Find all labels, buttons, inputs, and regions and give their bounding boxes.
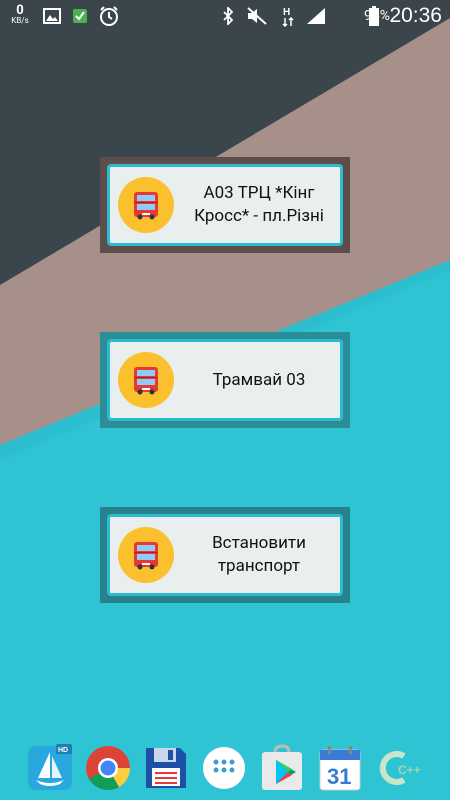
set-transport-widget[interactable]: Встановити транспорт bbox=[100, 507, 350, 603]
hspa-data-icon: H bbox=[278, 0, 298, 32]
route-label: Трамвай 03 bbox=[212, 369, 306, 390]
set-transport-label: Встановити транспорт bbox=[212, 533, 306, 576]
status-bar: 0 KB/s H 94% 20:36 bbox=[0, 0, 450, 32]
mute-icon bbox=[244, 0, 270, 32]
bluetooth-icon bbox=[218, 0, 238, 32]
route-widget-tram-03[interactable]: Трамвай 03 bbox=[100, 332, 350, 428]
route-widget-card[interactable]: А03 ТРЦ *Кінг Кросс* - пл.Різні bbox=[107, 164, 343, 246]
floppy-save-icon[interactable] bbox=[142, 742, 190, 794]
play-store-icon[interactable] bbox=[258, 742, 306, 794]
alarm-clock-icon bbox=[96, 0, 122, 32]
route-widget-card[interactable]: Встановити транспорт bbox=[107, 514, 343, 596]
cpp-app-icon[interactable]: C++ bbox=[374, 742, 422, 794]
gallery-notification-icon bbox=[40, 0, 64, 32]
route-widget-card[interactable]: Трамвай 03 bbox=[107, 339, 343, 421]
cpp-label: C++ bbox=[398, 763, 421, 777]
boat-browser-badge: HD bbox=[58, 747, 68, 754]
network-speed-indicator: 0 KB/s bbox=[6, 0, 34, 32]
bus-icon bbox=[118, 527, 174, 583]
network-speed-unit: KB/s bbox=[11, 16, 29, 25]
app-dock: HD 31 C++ bbox=[0, 736, 450, 800]
bus-icon bbox=[118, 177, 174, 233]
signal-strength-icon bbox=[304, 0, 328, 32]
route-widget-a03[interactable]: А03 ТРЦ *Кінг Кросс* - пл.Різні bbox=[100, 157, 350, 253]
calendar-icon[interactable]: 31 bbox=[316, 742, 364, 794]
chrome-icon[interactable] bbox=[84, 742, 132, 794]
calendar-day: 31 bbox=[327, 764, 351, 789]
clock-time: 20:36 bbox=[389, 4, 442, 27]
app-drawer-icon[interactable] bbox=[200, 742, 248, 794]
svg-text:H: H bbox=[283, 7, 290, 18]
bus-icon bbox=[118, 352, 174, 408]
route-label: А03 ТРЦ *Кінг Кросс* - пл.Різні bbox=[194, 183, 324, 226]
app-notification-icon bbox=[68, 0, 92, 32]
boat-browser-icon[interactable]: HD bbox=[26, 742, 74, 794]
network-speed-value: 0 bbox=[16, 3, 24, 18]
battery-icon bbox=[368, 0, 380, 32]
